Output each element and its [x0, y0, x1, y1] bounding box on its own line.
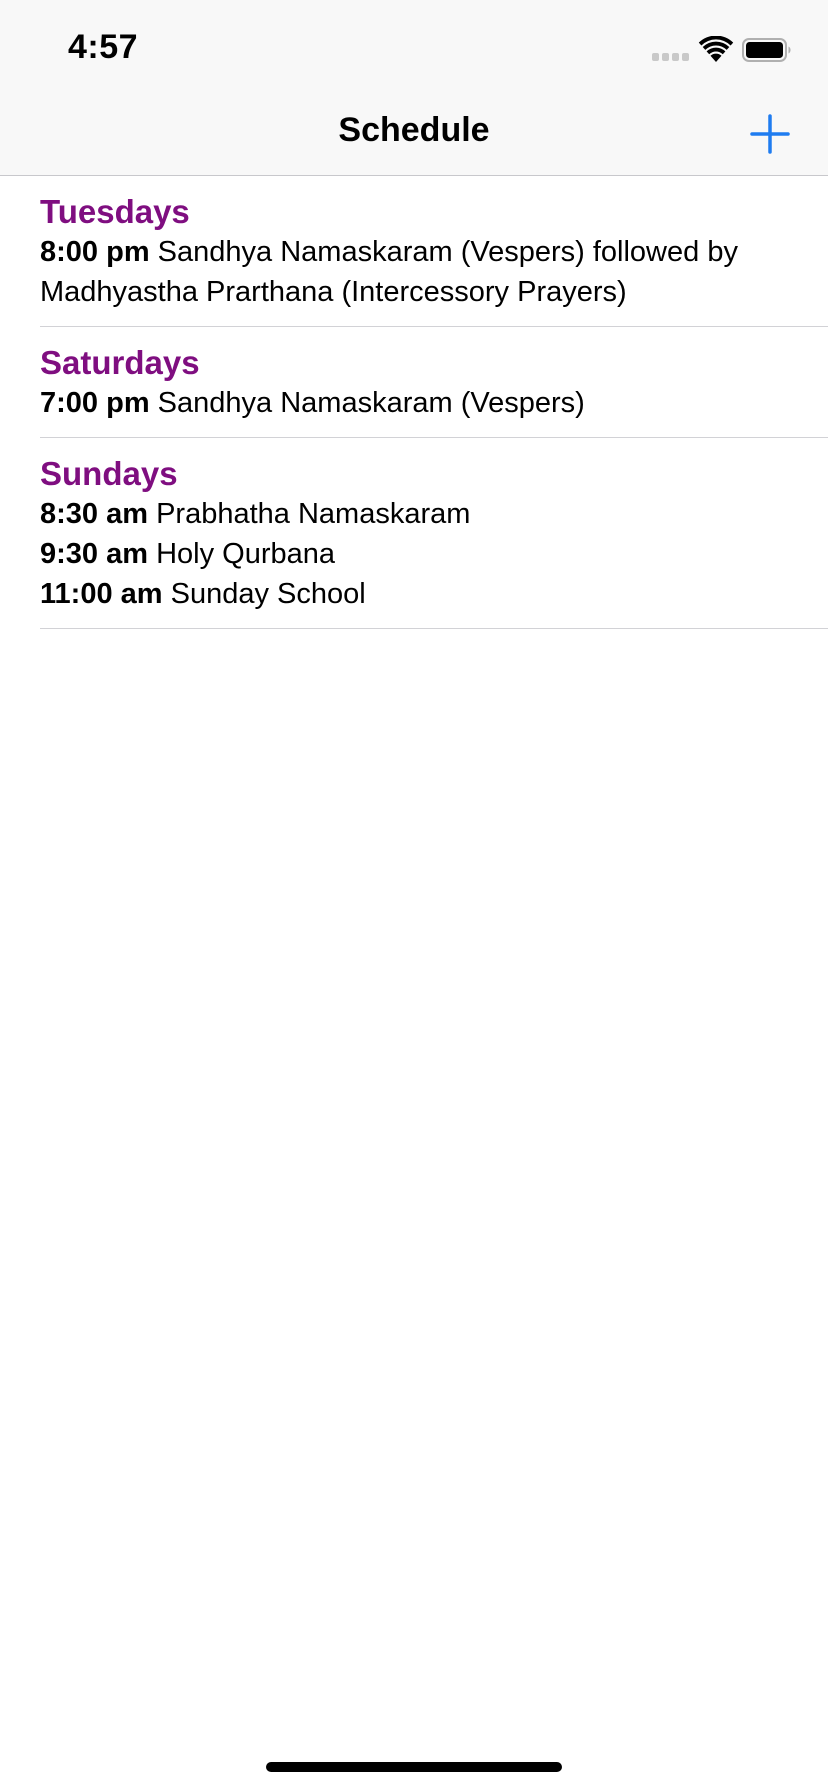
top-bar: 4:57 Schedule	[0, 0, 828, 176]
day-heading: Saturdays	[40, 344, 200, 381]
schedule-entry: 7:00 pm Sandhya Namaskaram (Vespers)	[40, 383, 828, 423]
add-button[interactable]	[744, 108, 796, 160]
schedule-section-saturdays[interactable]: Saturdays 7:00 pm Sandhya Namaskaram (Ve…	[40, 327, 828, 438]
page-title: Schedule	[338, 111, 490, 149]
day-heading: Sundays	[40, 455, 178, 492]
entry-time: 8:30 am	[40, 498, 149, 530]
entry-text: Prabhatha Namaskaram	[156, 498, 471, 530]
home-indicator[interactable]	[266, 1762, 562, 1772]
entry-text: Sandhya Namaskaram (Vespers)	[157, 387, 585, 419]
entry-time: 11:00 am	[40, 578, 163, 610]
schedule-section-tuesdays[interactable]: Tuesdays 8:00 pm Sandhya Namaskaram (Ves…	[40, 176, 828, 327]
entry-time: 7:00 pm	[40, 387, 150, 419]
entry-time: 8:00 pm	[40, 236, 150, 268]
wifi-icon	[698, 36, 734, 62]
cellular-signal-icon	[652, 53, 690, 61]
entry-text: Sunday School	[170, 578, 366, 610]
battery-icon	[742, 38, 791, 62]
schedule-entry: 9:30 am Holy Qurbana	[40, 534, 828, 574]
day-heading: Tuesdays	[40, 193, 190, 230]
schedule-entry: 8:30 am Prabhatha Namaskaram	[40, 494, 828, 534]
schedule-entry: 11:00 am Sunday School	[40, 574, 828, 614]
schedule-entry: 8:00 pm Sandhya Namaskaram (Vespers) fol…	[40, 232, 828, 312]
status-time: 4:57	[68, 28, 139, 66]
schedule-section-sundays[interactable]: Sundays 8:30 am Prabhatha Namaskaram 9:3…	[40, 438, 828, 629]
plus-icon	[750, 114, 790, 154]
schedule-list: Tuesdays 8:00 pm Sandhya Namaskaram (Ves…	[0, 176, 828, 629]
entry-text: Holy Qurbana	[156, 538, 336, 570]
entry-time: 9:30 am	[40, 538, 149, 570]
